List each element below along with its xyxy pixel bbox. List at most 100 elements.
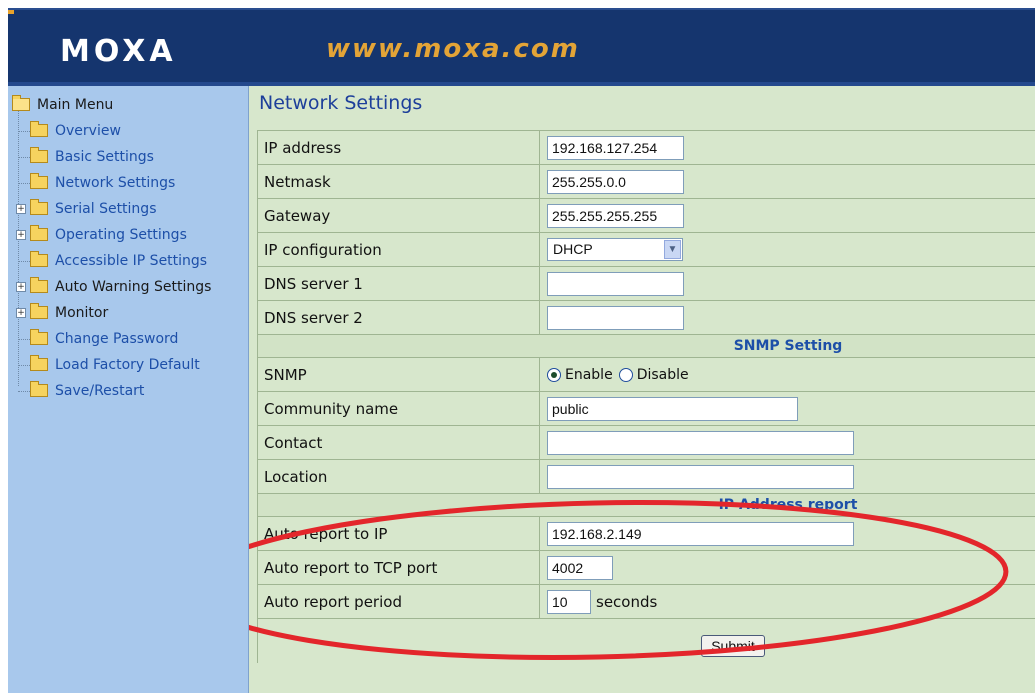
location-cell <box>540 460 1035 493</box>
chevron-down-icon[interactable]: ▼ <box>664 240 681 259</box>
form-row-auto-report-port: Auto report to TCP port <box>258 551 1035 585</box>
expand-plus-icon[interactable]: + <box>16 204 26 214</box>
form-row-dns-server-1: DNS server 1 <box>258 267 1035 301</box>
ip-report-section-title: IP Address report <box>718 497 858 513</box>
tree-branch <box>18 339 30 340</box>
tree-branch <box>18 183 30 184</box>
expand-plus-icon[interactable]: + <box>16 308 26 318</box>
snmp-enable-radio[interactable] <box>547 367 561 382</box>
snmp-cell: Enable Disable <box>540 358 1035 391</box>
dns-server-1-label: DNS server 1 <box>258 267 540 300</box>
snmp-disable-label[interactable]: Disable <box>637 367 689 383</box>
form-row-community-name: Community name <box>258 392 1035 426</box>
menu-root-label: Main Menu <box>37 97 114 113</box>
site-url: www.moxa.com <box>326 34 580 64</box>
folder-icon <box>30 328 48 345</box>
page-title: Network Settings <box>259 92 423 114</box>
location-label: Location <box>258 460 540 493</box>
folder-icon <box>30 146 48 163</box>
folder-icon <box>30 276 48 293</box>
snmp-disable-radio[interactable] <box>618 367 633 382</box>
auto-report-period-cell: seconds <box>540 585 1035 618</box>
netmask-input[interactable] <box>547 169 684 194</box>
auto-report-port-input[interactable] <box>547 555 613 580</box>
form-row-contact: Contact <box>258 426 1035 460</box>
expand-plus-icon[interactable]: + <box>16 230 26 240</box>
auto-report-ip-label: Auto report to IP <box>258 517 540 550</box>
location-input[interactable] <box>547 464 854 489</box>
folder-icon <box>30 172 48 189</box>
sidebar-item-accessible-ip-settings[interactable]: Accessible IP Settings <box>18 250 208 272</box>
dns-server-1-input[interactable] <box>547 271 684 296</box>
ip-report-section-header: IP Address report <box>258 494 1035 517</box>
ip-configuration-label: IP configuration <box>258 233 540 266</box>
header-accent-mark <box>8 10 14 14</box>
sidebar-item-load-factory-default[interactable]: Load Factory Default <box>18 354 200 376</box>
form-row-gateway: Gateway <box>258 199 1035 233</box>
sidebar-item-overview[interactable]: Overview <box>18 120 121 142</box>
sidebar-item-label: Auto Warning Settings <box>55 279 212 295</box>
sidebar-item-operating-settings[interactable]: + Operating Settings <box>16 224 187 246</box>
dns-server-2-input[interactable] <box>547 305 684 330</box>
ip-configuration-select[interactable]: DHCP ▼ <box>547 238 683 261</box>
form-row-ip-configuration: IP configuration DHCP ▼ <box>258 233 1035 267</box>
ip-address-input[interactable] <box>547 135 684 160</box>
auto-report-period-unit: seconds <box>596 592 658 611</box>
sidebar-item-basic-settings[interactable]: Basic Settings <box>18 146 154 168</box>
form-row-snmp: SNMP Enable Disable <box>258 358 1035 392</box>
menu-tree: Main Menu Overview Basic Settings Networ… <box>8 86 248 406</box>
snmp-section-title: SNMP Setting <box>733 338 843 354</box>
sidebar-item-label: Network Settings <box>55 175 176 191</box>
form-row-location: Location <box>258 460 1035 494</box>
expand-plus-icon[interactable]: + <box>16 282 26 292</box>
sidebar-item-auto-warning-settings[interactable]: + Auto Warning Settings <box>16 276 212 298</box>
sidebar-item-label: Change Password <box>55 331 179 347</box>
community-name-cell <box>540 392 1035 425</box>
dns-server-2-cell <box>540 301 1035 334</box>
auto-report-period-label: Auto report period <box>258 585 540 618</box>
community-name-input[interactable] <box>547 396 798 421</box>
snmp-enable-label[interactable]: Enable <box>565 367 613 383</box>
sidebar-item-label: Basic Settings <box>55 149 154 165</box>
gateway-input[interactable] <box>547 203 684 228</box>
submit-row: Submit <box>258 619 1035 663</box>
sidebar-item-label: Monitor <box>55 305 109 321</box>
sidebar-menu: Main Menu Overview Basic Settings Networ… <box>8 86 249 693</box>
form-row-netmask: Netmask <box>258 165 1035 199</box>
ip-configuration-cell: DHCP ▼ <box>540 233 1035 266</box>
menu-root-main-menu[interactable]: Main Menu <box>12 94 113 116</box>
auto-report-period-input[interactable] <box>547 589 591 614</box>
auto-report-ip-input[interactable] <box>547 521 854 546</box>
snmp-section-header: SNMP Setting <box>258 335 1035 358</box>
auto-report-ip-cell <box>540 517 1035 550</box>
tree-branch <box>18 157 30 158</box>
submit-button[interactable]: Submit <box>701 635 765 657</box>
auto-report-port-label: Auto report to TCP port <box>258 551 540 584</box>
sidebar-item-label: Operating Settings <box>55 227 187 243</box>
auto-report-port-cell <box>540 551 1035 584</box>
contact-input[interactable] <box>547 430 854 455</box>
tree-branch <box>18 131 30 132</box>
ip-address-cell <box>540 131 1035 164</box>
ip-configuration-value: DHCP <box>553 241 593 257</box>
folder-icon <box>30 224 48 241</box>
folder-icon <box>30 302 48 319</box>
gateway-label: Gateway <box>258 199 540 232</box>
page: MOXA www.moxa.com Main Menu Overview Bas… <box>8 8 1035 693</box>
tree-branch <box>18 391 30 392</box>
form-row-ip-address: IP address <box>258 131 1035 165</box>
sidebar-item-monitor[interactable]: + Monitor <box>16 302 109 324</box>
folder-icon <box>30 354 48 371</box>
network-settings-form: IP address Netmask Gateway IP configurat… <box>257 130 1035 663</box>
sidebar-item-label: Serial Settings <box>55 201 157 217</box>
sidebar-item-save-restart[interactable]: Save/Restart <box>18 380 144 402</box>
sidebar-item-network-settings[interactable]: Network Settings <box>18 172 176 194</box>
sidebar-item-serial-settings[interactable]: + Serial Settings <box>16 198 157 220</box>
sidebar-item-label: Accessible IP Settings <box>55 253 208 269</box>
tree-branch <box>18 261 30 262</box>
sidebar-item-change-password[interactable]: Change Password <box>18 328 179 350</box>
open-folder-icon <box>12 94 30 111</box>
form-row-auto-report-ip: Auto report to IP <box>258 517 1035 551</box>
ip-address-label: IP address <box>258 131 540 164</box>
contact-label: Contact <box>258 426 540 459</box>
